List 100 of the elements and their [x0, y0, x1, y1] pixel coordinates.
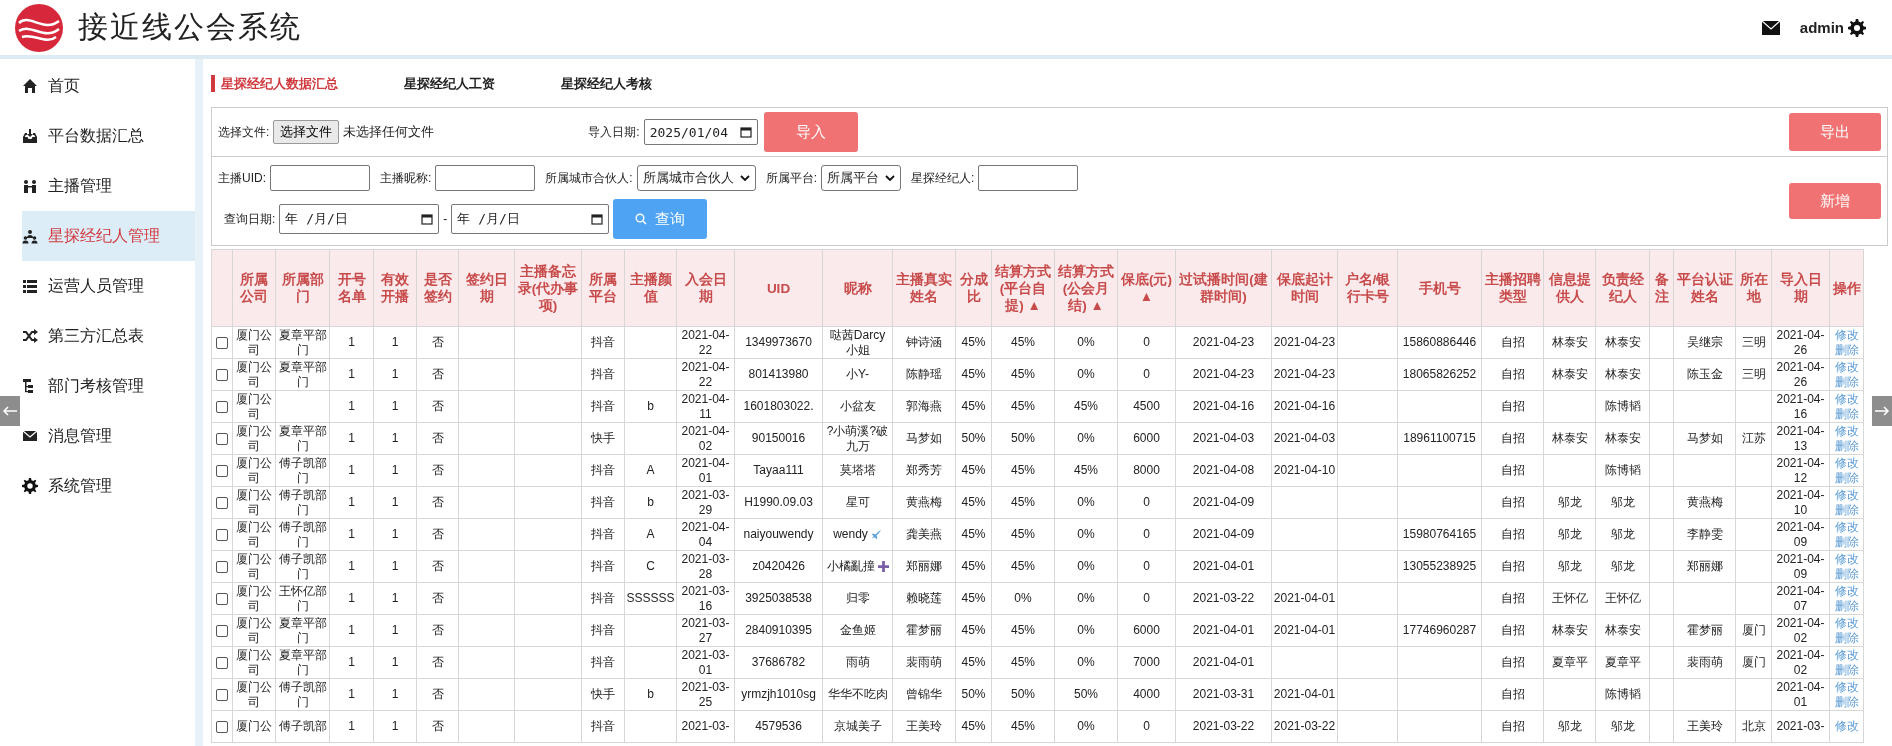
table-cell: 2021-04-23 — [1273, 335, 1336, 349]
table-cell: 否 — [431, 463, 444, 477]
action-link[interactable]: 删除 — [1831, 438, 1862, 454]
checkbox[interactable] — [216, 528, 228, 541]
action-link[interactable]: 修改 — [1831, 487, 1862, 503]
checkbox[interactable] — [216, 720, 228, 733]
action-link[interactable]: 删除 — [1831, 502, 1862, 518]
sidebar-item[interactable]: 系统管理 — [22, 461, 195, 511]
table-cell: 2021-04-10 — [1273, 463, 1336, 477]
sidebar-item[interactable]: 运营人员管理 — [22, 261, 195, 311]
table-cell: 2021-04-26 — [1776, 327, 1825, 357]
sidebar-item[interactable]: 消息管理 — [22, 411, 195, 461]
sidebar-item[interactable]: 主播管理 — [22, 161, 195, 211]
table-cell: 自招 — [1500, 655, 1525, 669]
table-cell: 45% — [1011, 335, 1035, 349]
table-cell: 自招 — [1500, 687, 1525, 701]
action-link[interactable]: 删除 — [1831, 566, 1862, 582]
action-link[interactable]: 删除 — [1831, 598, 1862, 614]
input-field[interactable] — [435, 165, 536, 191]
table-cell: 2021-04-03 — [1273, 431, 1336, 445]
export-button[interactable]: 导出 — [1789, 113, 1881, 151]
checkbox[interactable] — [216, 432, 228, 445]
table-cell: 2021-04-26 — [1776, 359, 1825, 389]
tab[interactable]: 星探经纪人工资 — [394, 74, 501, 92]
dropdown[interactable]: 所属城市合伙人 — [636, 165, 756, 191]
field-label: 所属平台: — [765, 169, 818, 187]
column-header[interactable]: 保底(元) ▲ — [1117, 249, 1176, 327]
sidebar-item[interactable]: 第三方汇总表 — [22, 311, 195, 361]
action-link[interactable]: 修改 — [1831, 647, 1862, 663]
column-header: UID — [734, 249, 823, 327]
table-cell: 2840910395 — [745, 623, 812, 637]
add-button[interactable]: 新增 — [1789, 183, 1881, 219]
checkbox[interactable] — [216, 592, 228, 605]
user-name[interactable]: admin — [1799, 19, 1844, 36]
table-cell: 林泰安 — [1604, 623, 1641, 637]
sidebar-item[interactable]: 首页 — [22, 61, 195, 111]
table-cell: 自招 — [1500, 431, 1525, 445]
table-cell: 快手 — [591, 431, 615, 445]
table-cell: 厦门 — [1741, 655, 1766, 669]
action-link[interactable]: 删除 — [1831, 470, 1862, 486]
checkbox[interactable] — [216, 624, 228, 637]
action-link[interactable]: 删除 — [1831, 534, 1862, 550]
checkbox[interactable] — [216, 400, 228, 413]
tab[interactable]: 星探经纪人考核 — [551, 74, 658, 92]
table-cell: 黄燕梅 — [1686, 495, 1723, 509]
action-link[interactable]: 删除 — [1831, 374, 1862, 390]
column-header[interactable]: 结算方式(平台自提) ▲ — [991, 249, 1055, 327]
import-button[interactable]: 导入 — [763, 112, 858, 152]
date-field[interactable]: 2025/01/04 — [643, 119, 758, 145]
action-link[interactable]: 修改 — [1831, 327, 1862, 343]
column-header: 主播招聘类型 — [1481, 249, 1544, 327]
action-link[interactable]: 修改 — [1831, 359, 1862, 375]
column-header: 保底起计时间 — [1271, 249, 1338, 327]
dropdown[interactable]: 所属平台 — [821, 165, 902, 191]
table-cell: 2021-04-22 — [681, 359, 730, 389]
action-link[interactable]: 修改 — [1831, 583, 1862, 599]
column-header[interactable]: 结算方式(公会月结) ▲ — [1054, 249, 1118, 327]
action-link[interactable]: 修改 — [1831, 391, 1862, 407]
action-link[interactable]: 删除 — [1831, 694, 1862, 710]
date-field[interactable]: 年 /月/日 — [451, 204, 610, 234]
table-cell: 2021-03-28 — [681, 551, 730, 581]
action-link[interactable]: 修改 — [1831, 551, 1862, 567]
table-cell: 哒茜Darcy小姐 — [829, 327, 886, 357]
table-cell: 2021-03-22 — [1192, 591, 1255, 605]
action-link[interactable]: 修改 — [1831, 423, 1862, 439]
choose-file-button[interactable]: 选择文件 — [273, 120, 340, 144]
checkbox[interactable] — [216, 560, 228, 573]
previous-button[interactable] — [0, 396, 20, 426]
action-link[interactable]: 删除 — [1831, 630, 1862, 646]
table-cell: 1 — [348, 527, 355, 541]
checkbox[interactable] — [216, 656, 228, 669]
next-button[interactable] — [1872, 396, 1892, 426]
action-link[interactable]: 修改 — [1831, 519, 1862, 535]
table-cell: 45% — [1011, 527, 1035, 541]
action-link[interactable]: 修改 — [1831, 615, 1862, 631]
tab[interactable]: 星探经纪人数据汇总 — [211, 74, 344, 92]
column-header: 所在地 — [1735, 249, 1772, 327]
action-link[interactable]: 修改 — [1831, 679, 1862, 695]
table-cell: 0% — [1077, 431, 1095, 445]
sidebar-item[interactable]: 星探经纪人管理 — [22, 211, 195, 261]
table-cell: 2021-04-09 — [1192, 527, 1255, 541]
action-link[interactable]: 删除 — [1831, 342, 1862, 358]
checkbox[interactable] — [216, 336, 228, 349]
checkbox[interactable] — [216, 464, 228, 477]
table-cell: 45% — [1011, 655, 1035, 669]
sidebar-item[interactable]: 平台数据汇总 — [22, 111, 195, 161]
date-field[interactable]: 年 /月/日 — [279, 204, 440, 234]
checkbox[interactable] — [216, 368, 228, 381]
checkbox[interactable] — [216, 496, 228, 509]
table-cell: 2021-03-22 — [1273, 719, 1336, 733]
table-cell: 15860886446 — [1402, 335, 1477, 349]
checkbox[interactable] — [216, 688, 228, 701]
search-button[interactable]: 查询 — [613, 199, 708, 239]
sidebar-item[interactable]: 部门考核管理 — [22, 361, 195, 411]
action-link[interactable]: 修改 — [1831, 455, 1862, 471]
action-link[interactable]: 删除 — [1831, 406, 1862, 422]
mail-icon[interactable] — [1761, 20, 1780, 35]
input-field[interactable] — [978, 165, 1079, 191]
input-field[interactable] — [270, 165, 370, 191]
action-link[interactable]: 删除 — [1831, 662, 1862, 678]
